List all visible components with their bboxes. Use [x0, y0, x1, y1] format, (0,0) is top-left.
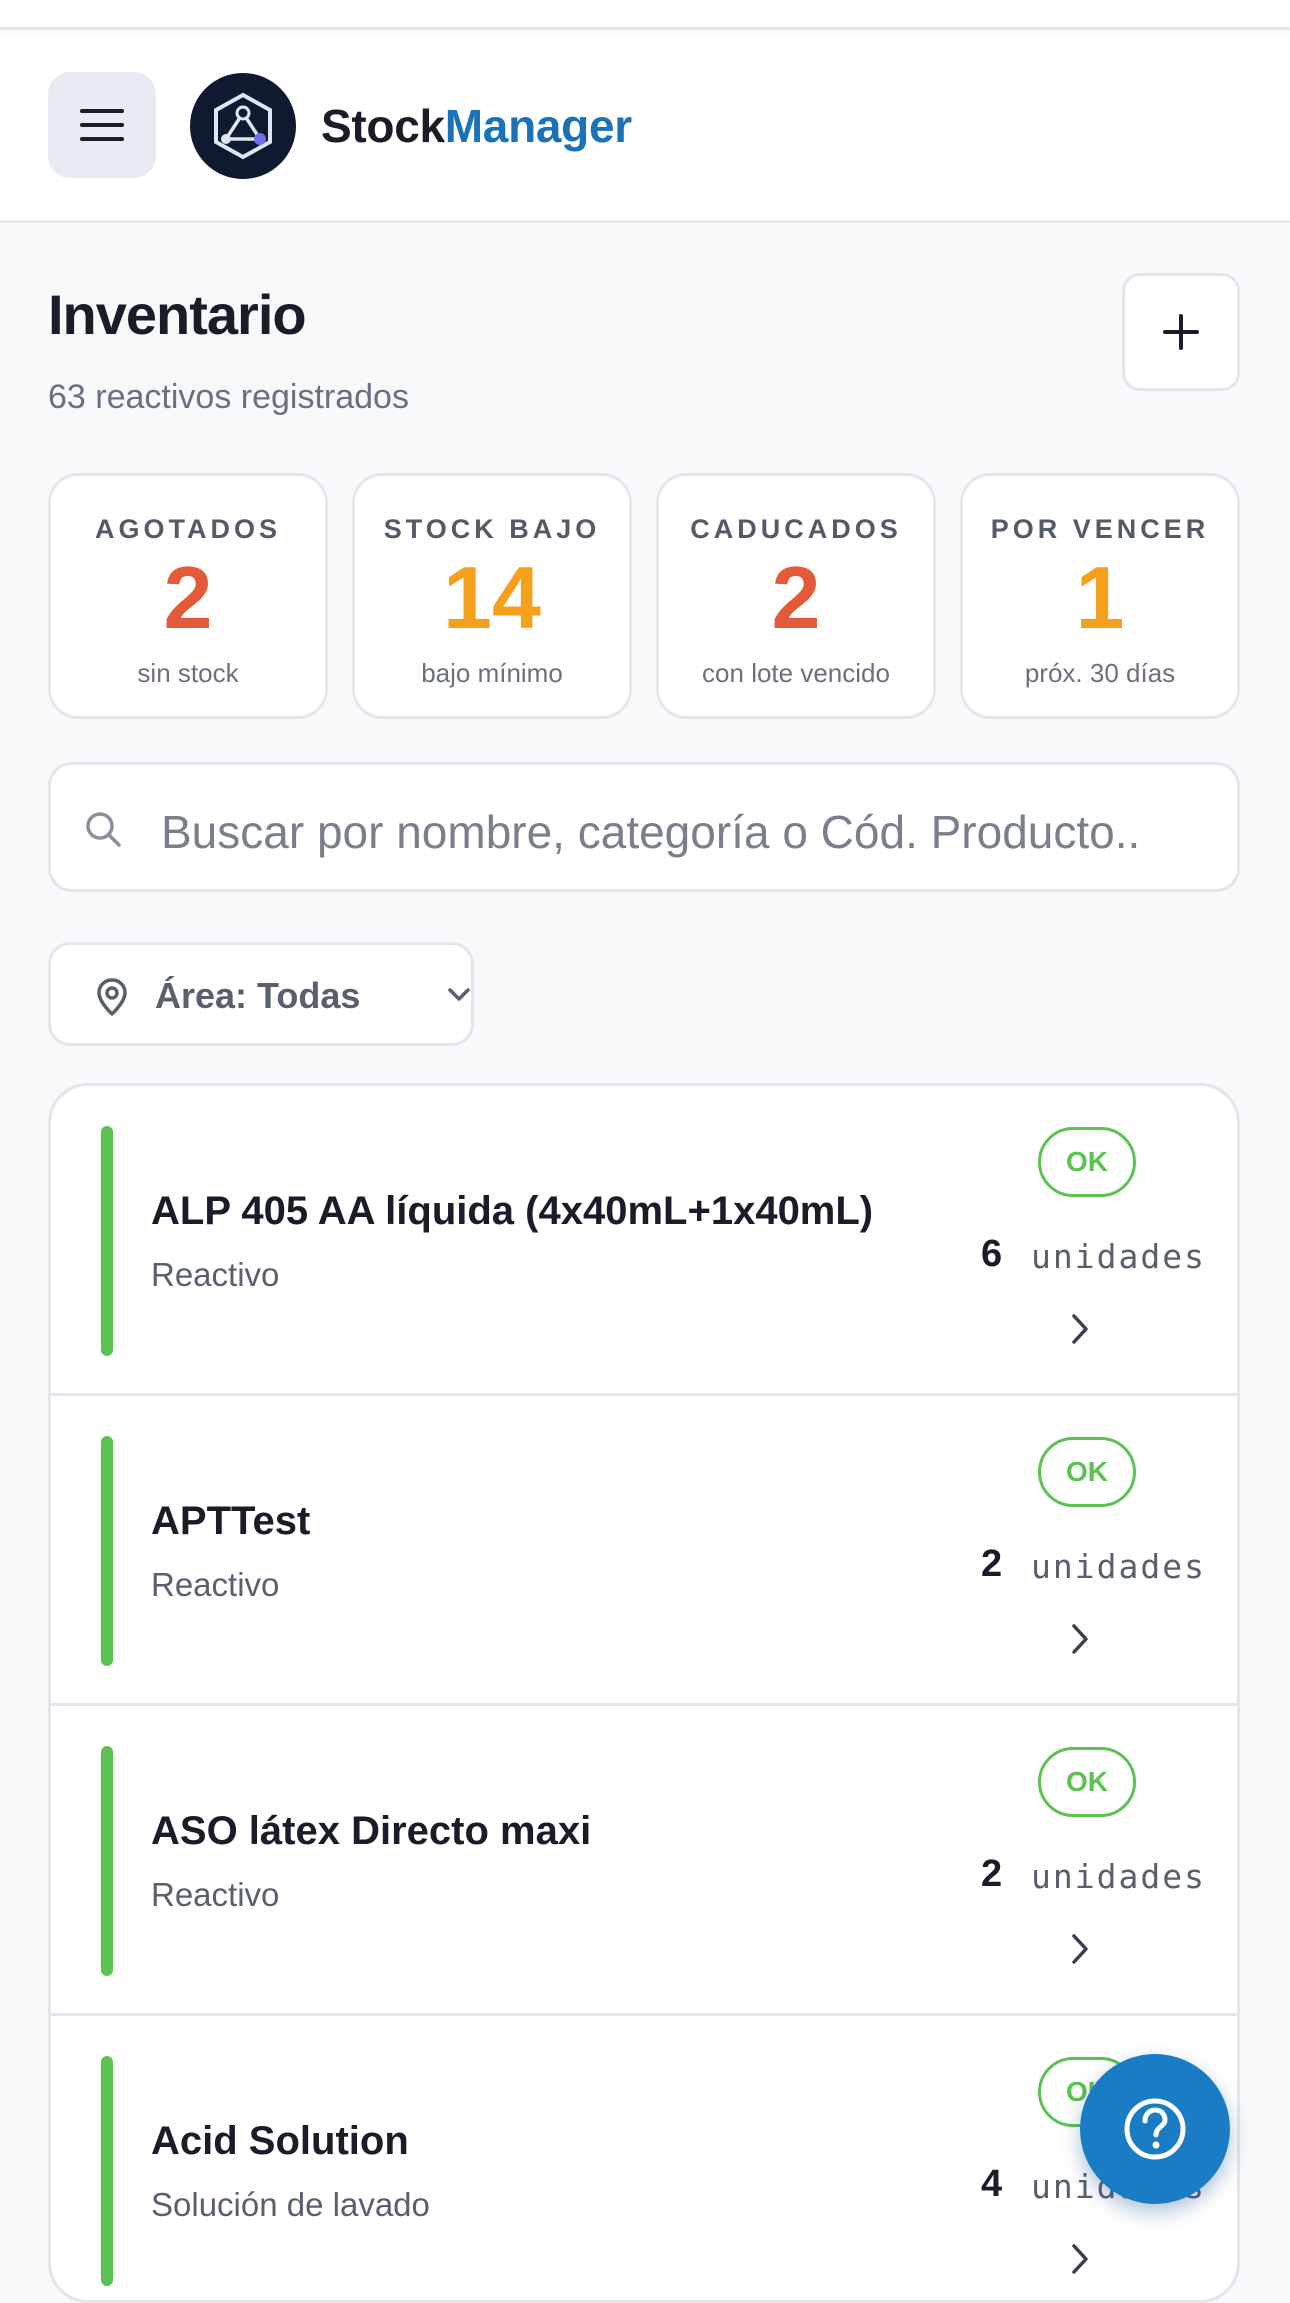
stat-card-stock-bajo[interactable]: STOCK BAJO 14 bajo mínimo — [352, 473, 632, 719]
status-indicator-bar — [101, 2056, 113, 2286]
stat-label: STOCK BAJO — [383, 514, 601, 544]
search-icon — [86, 812, 121, 847]
stat-caption: bajo mínimo — [421, 658, 563, 688]
stat-value: 1 — [1075, 548, 1125, 647]
stat-value: 2 — [771, 548, 821, 647]
page-subtitle: 63 reactivos registrados — [48, 378, 409, 416]
item-quantity: 2 — [981, 1853, 1003, 1895]
item-name: Acid Solution — [151, 2119, 409, 2163]
chevron-down-icon — [448, 988, 470, 1001]
inventory-list: ALP 405 AA líquida (4x40mL+1x40mL) React… — [48, 1083, 1240, 2303]
item-category: Reactivo — [151, 1256, 280, 1293]
brand-part-stock: Stock — [321, 100, 445, 152]
status-badge: OK — [1038, 1437, 1136, 1507]
item-unit: unidades — [1031, 1237, 1206, 1276]
list-item[interactable]: ALP 405 AA líquida (4x40mL+1x40mL) React… — [51, 1086, 1237, 1396]
app-logo[interactable] — [190, 73, 296, 179]
menu-button[interactable] — [48, 72, 156, 178]
list-item[interactable]: ASO látex Directo maxi Reactivo OK 2 uni… — [51, 1706, 1237, 2016]
item-quantity: 6 — [981, 1233, 1003, 1275]
item-name: ALP 405 AA líquida (4x40mL+1x40mL) — [151, 1189, 874, 1233]
status-indicator-bar — [101, 1746, 113, 1976]
chevron-right-icon — [1072, 1624, 1088, 1654]
stat-caption: sin stock — [137, 658, 239, 688]
add-item-button[interactable] — [1122, 273, 1240, 391]
stat-label: AGOTADOS — [95, 514, 281, 544]
page-title: Inventario — [48, 283, 307, 346]
area-filter-dropdown[interactable]: Área: Todas — [48, 942, 474, 1046]
help-button[interactable] — [1080, 2054, 1230, 2204]
item-quantity: 4 — [981, 2163, 1003, 2205]
search-placeholder: Buscar por nombre, categoría o Cód. Prod… — [161, 806, 1141, 858]
list-item[interactable]: Acid Solution Solución de lavado OK 4 un… — [51, 2016, 1237, 2300]
status-badge: OK — [1038, 1127, 1136, 1197]
brand-part-manager: Manager — [444, 100, 632, 152]
item-name: ASO látex Directo maxi — [151, 1809, 592, 1853]
item-category: Reactivo — [151, 1876, 280, 1913]
chevron-right-icon — [1072, 2244, 1088, 2274]
stat-label: POR VENCER — [990, 514, 1210, 544]
chevron-right-icon — [1072, 1934, 1088, 1964]
area-filter-label: Área: Todas — [155, 975, 361, 1016]
stat-caption: con lote vencido — [702, 658, 890, 688]
item-category: Reactivo — [151, 1566, 280, 1603]
stat-card-caducados[interactable]: CADUCADOS 2 con lote vencido — [656, 473, 936, 719]
stat-caption: próx. 30 días — [1024, 658, 1176, 688]
list-item[interactable]: APTTest Reactivo OK 2 unidades — [51, 1396, 1237, 1706]
status-indicator-bar — [101, 1126, 113, 1356]
item-name: APTTest — [151, 1499, 311, 1543]
map-pin-icon — [97, 978, 127, 1016]
stat-value: 14 — [443, 548, 541, 647]
hamburger-menu-icon — [80, 109, 124, 141]
search-input[interactable]: Buscar por nombre, categoría o Cód. Prod… — [48, 762, 1240, 892]
stat-card-por-vencer[interactable]: POR VENCER 1 próx. 30 días — [960, 473, 1240, 719]
item-unit: unidades — [1031, 1547, 1206, 1586]
item-quantity: 2 — [981, 1543, 1003, 1585]
app-header: StockManager — [0, 33, 1290, 223]
status-indicator-bar — [101, 1436, 113, 1666]
item-unit: unidades — [1031, 1857, 1206, 1896]
stat-card-agotados[interactable]: AGOTADOS 2 sin stock — [48, 473, 328, 719]
chevron-right-icon — [1072, 1314, 1088, 1344]
status-badge: OK — [1038, 1747, 1136, 1817]
status-strip — [0, 0, 1290, 30]
stat-value: 2 — [163, 548, 213, 647]
stat-label: CADUCADOS — [690, 514, 902, 544]
item-category: Solución de lavado — [151, 2186, 430, 2223]
help-circle-icon — [1124, 2098, 1186, 2160]
plus-icon — [1163, 314, 1199, 350]
stockmanager-logo-icon — [214, 92, 272, 160]
app-brand-name: StockManager — [321, 99, 632, 153]
